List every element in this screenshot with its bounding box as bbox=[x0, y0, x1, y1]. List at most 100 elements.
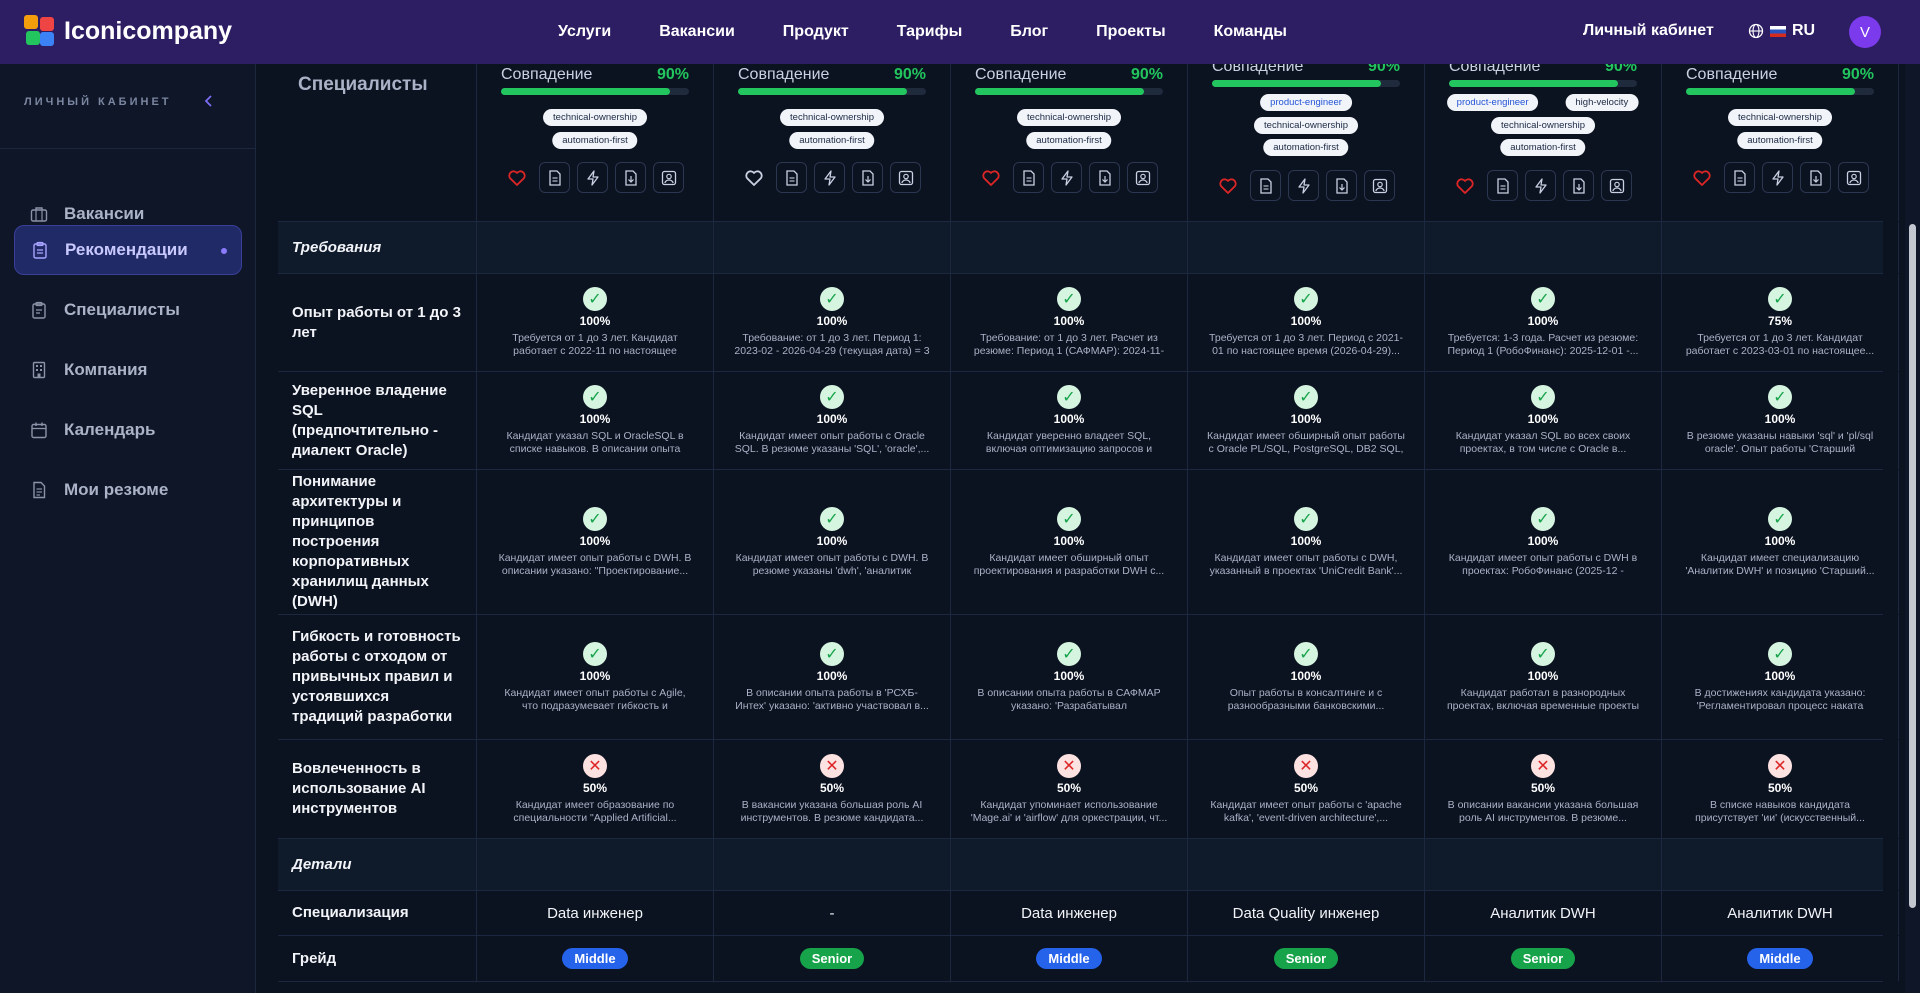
match-progress-bar bbox=[738, 88, 926, 95]
nav-services[interactable]: Услуги bbox=[558, 23, 611, 41]
nav-pricing[interactable]: Тарифы bbox=[897, 23, 963, 41]
lightning-icon bbox=[1771, 169, 1784, 186]
requirement-label: Понимание архитектуры и принципов постро… bbox=[292, 473, 429, 610]
score-percent: 50% bbox=[1293, 780, 1319, 795]
skill-tag: product-engineer bbox=[1446, 94, 1539, 111]
view-resume-button[interactable] bbox=[1724, 162, 1755, 193]
quick-action-button[interactable] bbox=[1051, 162, 1082, 193]
quick-action-button[interactable] bbox=[1525, 170, 1556, 201]
favorite-button[interactable] bbox=[1449, 170, 1480, 201]
score-explanation: Требуется: 1-3 года. Расчет из резюме: П… bbox=[1447, 332, 1639, 357]
candidate-actions bbox=[1212, 170, 1395, 201]
grade-badge: Middle bbox=[562, 948, 628, 969]
main-nav: Услуги Вакансии Продукт Тарифы Блог Прое… bbox=[558, 0, 1287, 64]
quick-action-button[interactable] bbox=[814, 162, 845, 193]
score-explanation: Кандидат имеет обширный опыт работы с Or… bbox=[1207, 430, 1405, 455]
download-resume-button[interactable] bbox=[1563, 170, 1594, 201]
requirement-label-cell: Гибкость и готовность работы с отходом о… bbox=[278, 615, 477, 739]
personal-cabinet-link[interactable]: Личный кабинет bbox=[1583, 22, 1714, 40]
check-icon: ✓ bbox=[1531, 641, 1555, 666]
download-icon bbox=[1098, 169, 1111, 186]
requirement-score-cell: ✕ 50% В списке навыков кандидата присутств… bbox=[1662, 740, 1899, 838]
quick-action-button[interactable] bbox=[1288, 170, 1319, 201]
view-resume-button[interactable] bbox=[1013, 162, 1044, 193]
quick-action-button[interactable] bbox=[1762, 162, 1793, 193]
sidebar-item-company[interactable]: Компания bbox=[14, 345, 242, 395]
candidate-actions bbox=[975, 162, 1158, 193]
globe-icon bbox=[1748, 23, 1764, 39]
favorite-button[interactable] bbox=[501, 162, 532, 193]
view-profile-button[interactable] bbox=[1364, 170, 1395, 201]
download-resume-button[interactable] bbox=[1089, 162, 1120, 193]
download-resume-button[interactable] bbox=[615, 162, 646, 193]
download-resume-button[interactable] bbox=[852, 162, 883, 193]
requirement-score-cell: ✕ 50% В вакансии указана большая роль AI и… bbox=[714, 740, 951, 838]
clipboard-icon bbox=[33, 241, 47, 259]
score-explanation: Требование: от 1 до 3 лет. Расчет из рез… bbox=[973, 332, 1165, 357]
score-explanation: Кандидат имеет опыт работы с 'apache kaf… bbox=[1210, 798, 1402, 824]
briefcase-icon bbox=[30, 207, 48, 222]
nav-blog[interactable]: Блог bbox=[1010, 23, 1048, 41]
view-profile-button[interactable] bbox=[1838, 162, 1869, 193]
sidebar-item-my-resumes[interactable]: Мои резюме bbox=[14, 465, 242, 515]
skill-tag: automation-first bbox=[1026, 131, 1112, 149]
quick-action-button[interactable] bbox=[577, 162, 608, 193]
download-resume-button[interactable] bbox=[1800, 162, 1831, 193]
document-icon bbox=[548, 169, 561, 186]
sidebar-item-label: Вакансии bbox=[64, 204, 145, 223]
favorite-button[interactable] bbox=[1212, 170, 1243, 201]
profile-icon bbox=[1372, 178, 1387, 193]
view-resume-button[interactable] bbox=[1250, 170, 1281, 201]
score-percent: 50% bbox=[1530, 780, 1556, 795]
score-percent: 100% bbox=[816, 314, 848, 328]
favorite-button[interactable] bbox=[738, 162, 769, 193]
view-profile-button[interactable] bbox=[1601, 170, 1632, 201]
score-percent: 100% bbox=[1290, 668, 1322, 683]
specialists-heading-cell: Специалисты bbox=[278, 64, 477, 221]
skill-tag: automation-first bbox=[1263, 139, 1349, 156]
requirement-row: Вовлеченность в использование AI инструм… bbox=[278, 740, 1899, 839]
requirements-section-row: Требования bbox=[278, 222, 1899, 274]
favorite-button[interactable] bbox=[975, 162, 1006, 193]
section-spacer-cell bbox=[1662, 222, 1899, 273]
sidebar-item-recommendations[interactable]: Рекомендации bbox=[14, 225, 242, 275]
sidebar-item-specialists[interactable]: Специалисты bbox=[14, 285, 242, 335]
requirement-label: Уверенное владение SQL (предпочтительно … bbox=[292, 381, 447, 459]
specialization-cell: Data инженер bbox=[951, 891, 1188, 935]
collapse-sidebar-button[interactable] bbox=[204, 94, 214, 111]
nav-teams[interactable]: Команды bbox=[1214, 23, 1287, 41]
score-explanation: Кандидат упоминает использование 'Mage.a… bbox=[970, 798, 1168, 824]
favorite-button[interactable] bbox=[1686, 162, 1717, 193]
score-explanation: Кандидат указал SQL во всех своих проект… bbox=[1455, 430, 1631, 455]
requirement-score-cell: ✕ 50% Кандидат имеет опыт работы с 'apache… bbox=[1188, 740, 1425, 838]
page-scrollbar[interactable] bbox=[1905, 64, 1920, 993]
nav-projects[interactable]: Проекты bbox=[1096, 23, 1165, 41]
nav-product[interactable]: Продукт bbox=[783, 23, 849, 41]
view-profile-button[interactable] bbox=[653, 162, 684, 193]
download-resume-button[interactable] bbox=[1326, 170, 1357, 201]
sidebar-item-calendar[interactable]: Календарь bbox=[14, 405, 242, 455]
view-resume-button[interactable] bbox=[1487, 170, 1518, 201]
download-icon bbox=[624, 169, 637, 186]
score-explanation: В описании вакансии указана большая роль… bbox=[1447, 798, 1639, 824]
section-spacer-cell bbox=[477, 222, 714, 273]
check-icon: ✓ bbox=[1531, 385, 1555, 409]
scrollbar-thumb[interactable] bbox=[1909, 224, 1916, 908]
user-avatar[interactable]: V bbox=[1849, 16, 1881, 48]
requirement-score-cell: ✓ 100% В описании опыта работы в 'РСХБ-Инт… bbox=[714, 615, 951, 739]
view-resume-button[interactable] bbox=[539, 162, 570, 193]
score-percent: 100% bbox=[1764, 668, 1796, 683]
brand-logo[interactable]: Iconicompany bbox=[24, 15, 232, 47]
candidate-actions bbox=[1449, 170, 1632, 201]
sidebar-item-label: Календарь bbox=[64, 420, 156, 439]
nav-vacancies[interactable]: Вакансии bbox=[659, 23, 735, 41]
view-profile-button[interactable] bbox=[890, 162, 921, 193]
match-value: 90% bbox=[656, 66, 689, 83]
score-explanation: Кандидат имеет опыт работы с DWH в проек… bbox=[1448, 551, 1638, 577]
score-percent: 75% bbox=[1767, 314, 1793, 328]
language-switcher[interactable]: RU bbox=[1748, 22, 1815, 40]
view-profile-button[interactable] bbox=[1127, 162, 1158, 193]
score-percent: 100% bbox=[816, 412, 848, 426]
specialists-heading: Специалисты bbox=[298, 74, 428, 95]
view-resume-button[interactable] bbox=[776, 162, 807, 193]
